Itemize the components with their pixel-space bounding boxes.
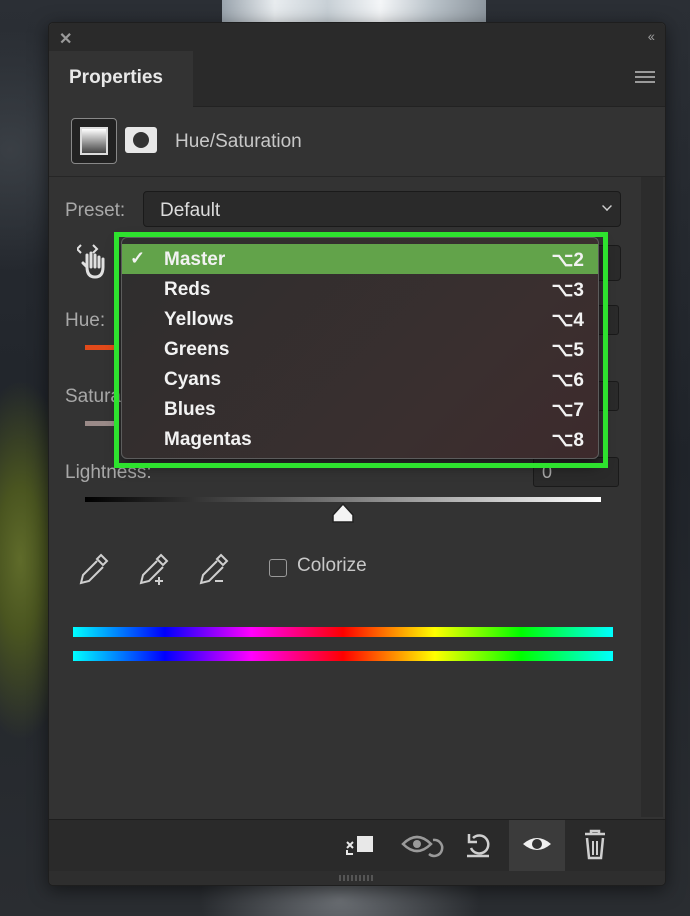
preset-value: Default <box>160 200 221 221</box>
close-icon[interactable]: ✕ <box>59 29 72 49</box>
scrollbar[interactable] <box>641 177 663 817</box>
lightness-slider-thumb[interactable] <box>331 502 355 524</box>
properties-panel: ✕ ‹‹ Properties Hue/Saturation Preset: D… <box>48 22 666 886</box>
reset-icon <box>467 834 490 858</box>
targeted-adjustment-hand-icon[interactable] <box>75 243 109 286</box>
hue-slider[interactable] <box>85 345 115 350</box>
panel-menu-icon[interactable] <box>635 71 655 86</box>
saturation-slider[interactable] <box>85 421 115 426</box>
trash-icon <box>585 829 605 860</box>
panel-titlebar: ✕ ‹‹ <box>49 23 665 51</box>
hue-label: Hue: <box>65 310 106 331</box>
visibility-toggle-button[interactable] <box>509 820 565 872</box>
layer-mask-icon[interactable] <box>125 127 157 153</box>
highlight-annotation-box <box>114 232 608 468</box>
eyedropper-add-icon[interactable] <box>137 551 171 587</box>
preset-label: Preset: <box>65 200 126 221</box>
tab-properties[interactable]: Properties <box>49 51 193 107</box>
preset-select[interactable]: Default <box>143 191 621 227</box>
view-previous-state-button[interactable] <box>393 820 449 872</box>
clip-to-layer-icon <box>346 836 373 855</box>
background-waterfall <box>222 0 486 22</box>
adjustment-title: Hue/Saturation <box>175 131 302 152</box>
colorize-label: Colorize <box>297 555 367 576</box>
adjustment-header: Hue/Saturation <box>49 107 665 177</box>
view-previous-state-icon <box>401 835 444 858</box>
collapse-icon[interactable]: ‹‹ <box>648 28 655 44</box>
colorize-checkbox[interactable] <box>269 559 287 577</box>
adjustment-layer-icon[interactable] <box>71 118 117 164</box>
panel-resize-grip[interactable] <box>49 871 665 885</box>
visibility-eye-icon <box>523 838 551 850</box>
eyedropper-icon[interactable] <box>77 551 111 587</box>
clip-to-layer-button[interactable] <box>333 820 389 872</box>
eyedropper-subtract-icon[interactable] <box>197 551 231 587</box>
hue-spectrum-bar-bottom <box>73 651 613 661</box>
delete-button[interactable] <box>567 820 623 872</box>
saturation-label: Satura <box>65 386 121 407</box>
chevron-down-icon <box>602 201 612 211</box>
hue-spectrum-bar-top <box>73 627 613 637</box>
panel-footer <box>49 819 665 872</box>
panel-tabbar: Properties <box>49 51 665 107</box>
reset-button[interactable] <box>451 820 507 872</box>
